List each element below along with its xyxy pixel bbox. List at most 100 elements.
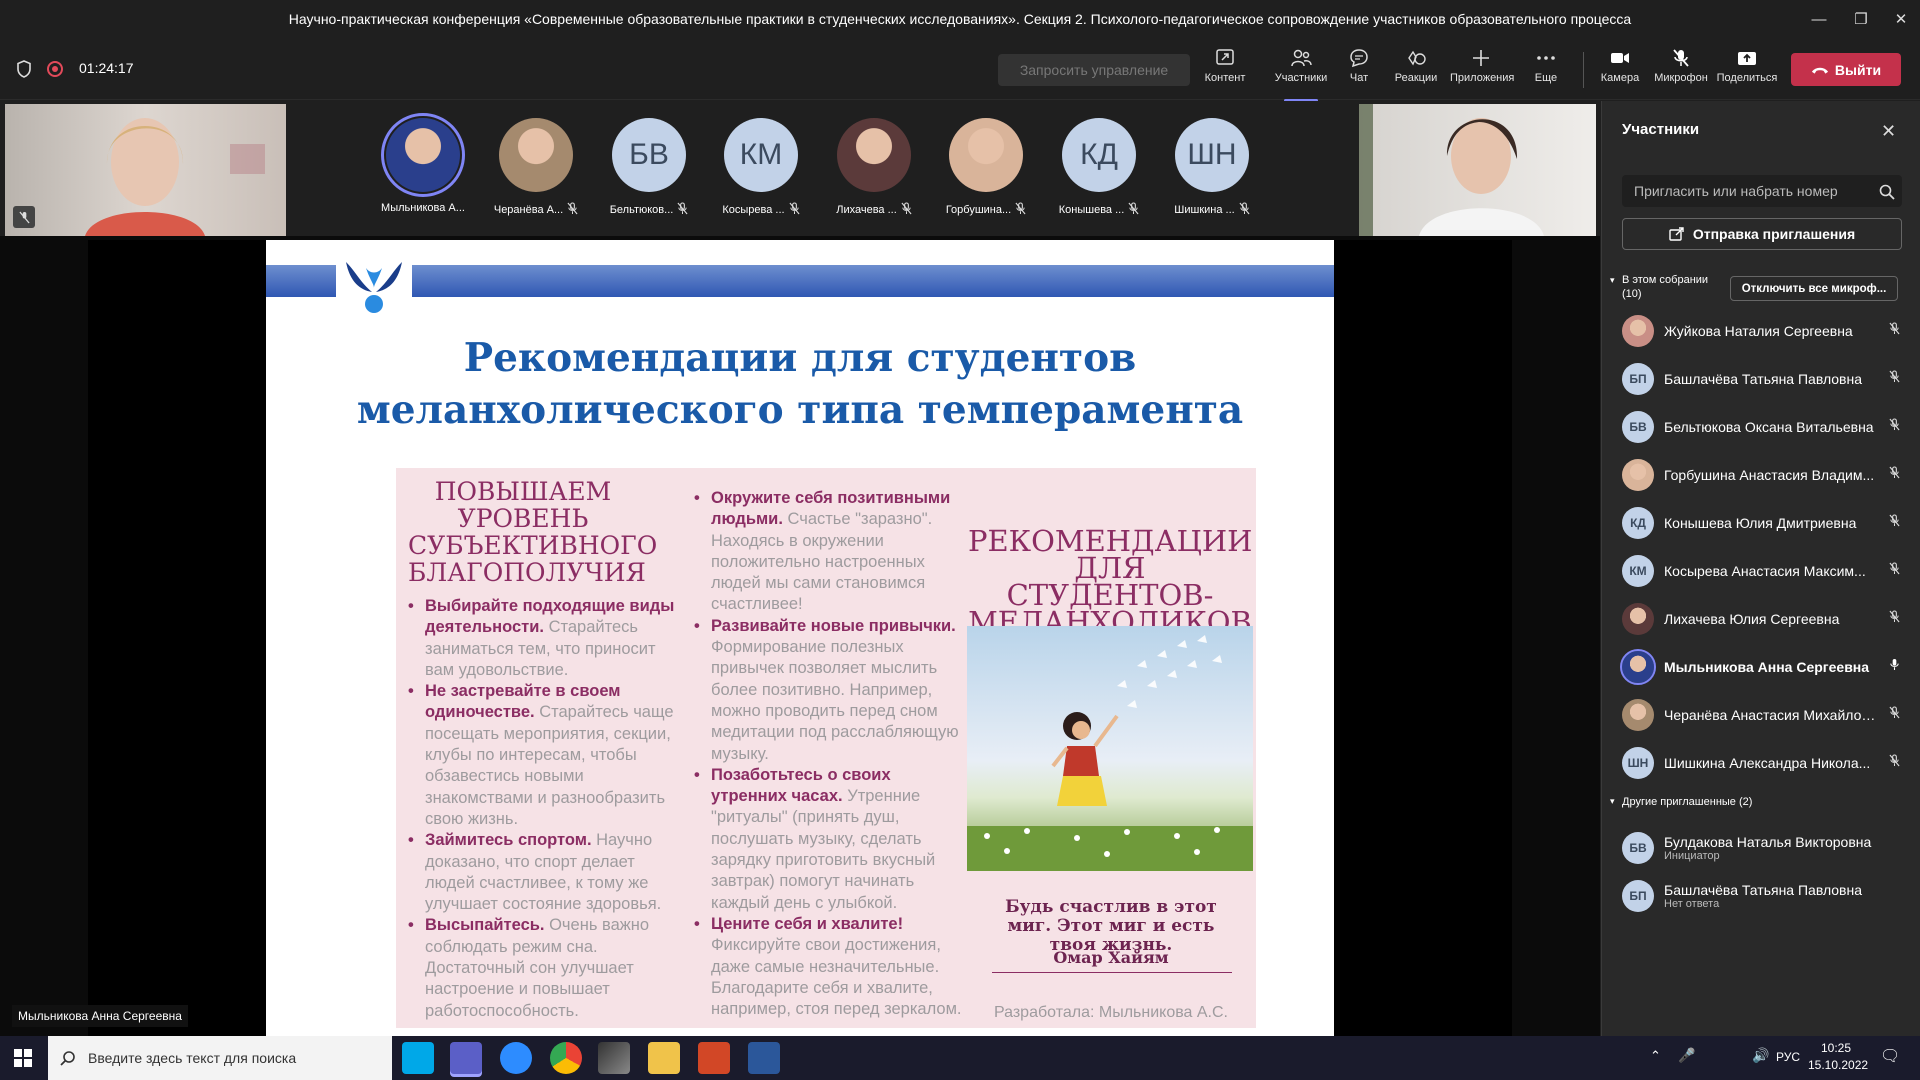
minimize-button[interactable]: — — [1796, 0, 1842, 38]
recommendation-text: Старайтесь чаще посещать мероприятия, се… — [425, 703, 674, 828]
video-tile-right[interactable] — [1359, 104, 1596, 236]
in-meeting-section-toggle[interactable]: ▾ В этом собрании (10) — [1610, 273, 1709, 301]
window-titlebar: Научно-практическая конференция «Совреме… — [0, 0, 1920, 38]
hang-up-icon — [1811, 67, 1829, 74]
meeting-toolbar: 01:24:17 Запросить управление Контент Уч… — [0, 38, 1920, 102]
participant-row[interactable]: Лихачева Юлия Сергеевна — [1622, 601, 1907, 637]
close-window-button[interactable]: ✕ — [1878, 0, 1920, 38]
taskbar-search-input[interactable]: Введите здесь текст для поиска — [48, 1036, 392, 1080]
strip-participant[interactable]: Лихачева ... — [835, 118, 913, 218]
participant-avatar: ШН — [1622, 747, 1654, 779]
mic-off-icon — [1239, 202, 1250, 218]
participants-panel: Участники ✕ Пригласить или набрать номер… — [1601, 101, 1920, 1036]
mic-off-icon — [567, 202, 578, 218]
volume-icon[interactable]: 🔊 — [1752, 1047, 1769, 1064]
left-column-heading: ПОВЫШАЕМ УРОВЕНЬ СУБЪЕКТИВНОГО БЛАГОПОЛУ… — [408, 477, 658, 587]
quote-author: Омар Хайям — [1053, 948, 1169, 967]
mic-off-icon — [901, 202, 912, 218]
participant-row[interactable]: Черанёва Анастасия Михайлов... — [1622, 697, 1907, 733]
apps-button[interactable]: Приложения — [1450, 46, 1514, 96]
strip-participant[interactable]: БВ Бельтюков... — [610, 118, 688, 218]
close-panel-icon[interactable]: ✕ — [1881, 121, 1896, 142]
strip-participant[interactable]: Мыльникова А... — [381, 113, 465, 214]
participant-row[interactable]: КД Конышева Юлия Дмитриевна — [1622, 505, 1907, 541]
participant-row[interactable]: БП Башлачёва Татьяна Павловна — [1622, 361, 1907, 397]
in-meeting-label: В этом собрании — [1622, 274, 1709, 286]
share-button[interactable]: Поделиться — [1716, 46, 1778, 96]
leave-button[interactable]: Выйти — [1791, 53, 1901, 86]
strip-participant-name: Лихачева ... — [835, 202, 913, 218]
illustration-image — [967, 635, 1253, 871]
video-tile-left[interactable] — [5, 104, 286, 236]
mic-off-icon — [1889, 754, 1907, 772]
participant-row[interactable]: БВ Бельтюкова Оксана Витальевна — [1622, 409, 1907, 445]
content-button[interactable]: Контент — [1194, 46, 1256, 96]
more-button[interactable]: Еще — [1515, 46, 1577, 96]
teams-icon[interactable] — [450, 1042, 482, 1074]
reactions-label: Реакции — [1394, 72, 1438, 84]
invite-search-input[interactable]: Пригласить или набрать номер — [1622, 175, 1902, 207]
chrome-icon[interactable] — [550, 1042, 582, 1074]
zoom-icon[interactable] — [500, 1042, 532, 1074]
other-invited-section-toggle[interactable]: ▾ Другие приглашенные (2) — [1610, 796, 1753, 808]
participant-video-face — [1359, 104, 1544, 236]
keyboard-language[interactable]: РУС — [1776, 1050, 1800, 1064]
microphone-label: Микрофон — [1654, 72, 1708, 84]
tray-mic-icon[interactable]: 🎤 — [1678, 1047, 1695, 1064]
notifications-icon[interactable]: 🗨 — [1880, 1046, 1900, 1066]
chat-button[interactable]: Чат — [1328, 46, 1390, 96]
invited-row[interactable]: БВ Булдакова Наталья Викторовна Инициатор — [1622, 828, 1907, 868]
participants-label: Участники — [1274, 72, 1328, 84]
send-invite-button[interactable]: Отправка приглашения — [1622, 218, 1902, 250]
invited-status: Инициатор — [1664, 850, 1720, 862]
tray-chevron-icon[interactable]: ⌃ — [1650, 1048, 1661, 1064]
recommendation-text: Фиксируйте свои достижения, даже самые н… — [711, 936, 962, 1019]
camera-label: Камера — [1600, 72, 1640, 84]
strip-participant[interactable]: КМ Косырева ... — [722, 118, 800, 218]
participant-name: Конышева Юлия Дмитриевна — [1664, 515, 1857, 531]
presentation-slide: Рекомендации для студентов меланхолическ… — [266, 240, 1334, 1036]
reactions-icon — [1408, 50, 1426, 66]
reactions-button[interactable]: Реакции — [1385, 46, 1447, 96]
other-invited-label: Другие приглашенные (2) — [1622, 796, 1753, 808]
strip-participant[interactable]: КД Конышева ... — [1059, 118, 1139, 218]
strip-participant-name: Бельтюков... — [610, 202, 688, 218]
participant-avatar — [949, 118, 1023, 192]
slide-title-line-1: Рекомендации для студентов — [463, 335, 1137, 381]
participant-name: Горбушина Анастасия Владим... — [1664, 467, 1875, 483]
camera-button[interactable]: Камера — [1589, 46, 1651, 96]
participant-row[interactable]: Горбушина Анастасия Владим... — [1622, 457, 1907, 493]
strip-participant[interactable]: Горбушина... — [946, 118, 1026, 218]
content-label: Контент — [1204, 72, 1246, 84]
skype-icon[interactable] — [402, 1042, 434, 1074]
strip-participant[interactable]: ШН Шишкина ... — [1173, 118, 1251, 218]
participant-row[interactable]: Жуйкова Наталия Сергеевна — [1622, 313, 1907, 349]
participant-row[interactable]: ШН Шишкина Александра Никола... — [1622, 745, 1907, 781]
recommendation-item: Не застревайте в своем одиночестве. Стар… — [408, 681, 677, 830]
request-control-button[interactable]: Запросить управление — [998, 54, 1190, 86]
recommendation-title: Займитесь спортом. — [425, 831, 592, 850]
participant-name: Мыльникова Анна Сергеевна — [1664, 659, 1870, 675]
mic-off-icon — [1889, 610, 1907, 628]
participant-name: Лихачева Юлия Сергеевна — [1664, 611, 1840, 627]
participant-row[interactable]: Мыльникова Анна Сергеевна — [1620, 649, 1907, 685]
powerpoint-icon[interactable] — [698, 1042, 730, 1074]
participant-row[interactable]: КМ Косырева Анастасия Максим... — [1622, 553, 1907, 589]
mic-off-icon — [1889, 514, 1907, 532]
strip-participant-name: Черанёва А... — [494, 202, 578, 218]
windows-start-icon[interactable] — [14, 1049, 32, 1067]
recommendation-item: Окружите себя позитивными людьми. Счасть… — [694, 488, 971, 616]
chat-label: Чат — [1349, 72, 1369, 84]
university-logo-icon — [336, 252, 412, 318]
microphone-button[interactable]: Микрофон — [1650, 46, 1712, 96]
participants-button[interactable]: Участники — [1270, 46, 1332, 102]
word-icon[interactable] — [748, 1042, 780, 1074]
mute-all-button[interactable]: Отключить все микроф... — [1730, 276, 1898, 301]
invited-row[interactable]: БП Башлачёва Татьяна Павловна Нет ответа — [1622, 876, 1907, 916]
clock[interactable]: 10:25 15.10.2022 — [1808, 1040, 1868, 1074]
search-icon[interactable] — [1879, 184, 1895, 200]
file-explorer-icon[interactable] — [648, 1042, 680, 1074]
participant-avatar: БП — [1622, 363, 1654, 395]
app-triangle-icon[interactable] — [598, 1042, 630, 1074]
strip-participant[interactable]: Черанёва А... — [494, 118, 578, 218]
